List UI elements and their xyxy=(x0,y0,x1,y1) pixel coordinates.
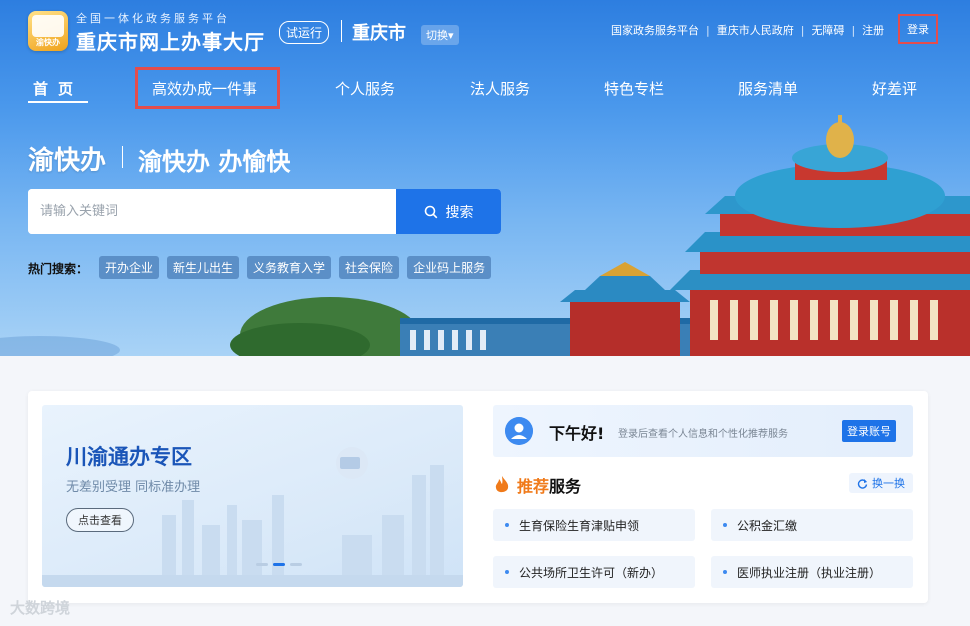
login-account-button[interactable]: 登录账号 xyxy=(842,420,896,442)
nav-service-list[interactable]: 服务清单 xyxy=(738,78,798,99)
recommend-header: 推荐服务 xyxy=(493,473,581,497)
greeting-title: 下午好! xyxy=(549,424,605,443)
nav-one-thing[interactable]: 高效办成一件事 xyxy=(152,78,257,99)
search-button-label: 搜索 xyxy=(445,203,474,220)
service-item[interactable]: 公共场所卫生许可（新办） xyxy=(493,556,695,588)
hot-search-tags: 开办企业 新生儿出生 义务教育入学 社会保险 企业码上服务 xyxy=(99,256,492,279)
hot-tag[interactable]: 新生儿出生 xyxy=(167,256,240,279)
banner-subtitle: 无差别受理 同标准办理 xyxy=(66,480,201,495)
top-link-city-government[interactable]: 重庆市人民政府 xyxy=(717,22,794,38)
nav-home[interactable]: 首页 xyxy=(33,78,83,99)
hot-search-label: 热门搜索： xyxy=(28,262,89,276)
city-switch-label: 切换 xyxy=(426,29,448,42)
current-city: 重庆市 xyxy=(352,23,406,44)
search-icon xyxy=(424,205,437,218)
greeting-hint: 登录后查看个人信息和个性化推荐服务 xyxy=(618,429,788,440)
services-card: 川渝通办专区 无差别受理 同标准办理 点击查看 下午好! 登录后查看个人信息和个… xyxy=(28,391,928,603)
refresh-button[interactable]: 换一换 xyxy=(849,473,913,493)
top-link-national-platform[interactable]: 国家政务服务平台 xyxy=(611,22,699,38)
top-links: 国家政务服务平台 | 重庆市人民政府 | 无障碍 | 注册 xyxy=(611,22,884,38)
banner-title: 川渝通办专区 xyxy=(66,445,192,469)
top-link-accessibility[interactable]: 无障碍 xyxy=(811,22,844,38)
bullet-dot xyxy=(723,570,727,574)
service-label: 公共场所卫生许可（新办） xyxy=(519,565,664,580)
header-divider xyxy=(341,20,342,42)
bullet-dot xyxy=(505,523,509,527)
recommend-title: 服务 xyxy=(549,477,582,496)
link-divider: | xyxy=(706,23,710,37)
service-item[interactable]: 生育保险生育津贴申领 xyxy=(493,509,695,541)
link-divider: | xyxy=(851,23,856,37)
refresh-icon xyxy=(857,478,868,489)
nav-rating[interactable]: 好差评 xyxy=(872,78,917,99)
hot-tag[interactable]: 企业码上服务 xyxy=(407,256,492,279)
skyline-illustration xyxy=(42,447,463,587)
link-divider: | xyxy=(800,23,805,37)
chuanyu-banner[interactable]: 川渝通办专区 无差别受理 同标准办理 点击查看 xyxy=(42,405,463,587)
banner-view-button[interactable]: 点击查看 xyxy=(66,508,134,532)
nav-personal-services[interactable]: 个人服务 xyxy=(335,78,395,99)
search-box: 搜索 xyxy=(28,189,501,234)
nav-featured[interactable]: 特色专栏 xyxy=(604,78,664,99)
carousel-dot-active[interactable] xyxy=(273,563,285,566)
slogan-main: 渝快办 xyxy=(28,146,107,176)
caret-down-icon: ▾ xyxy=(448,29,454,42)
hero-section: 渝快办 全国一体化政务服务平台 重庆市网上办事大厅 试运行 重庆市 切换▾ 国家… xyxy=(0,0,970,356)
banner-pagination xyxy=(256,563,302,566)
nav-corporate-services[interactable]: 法人服务 xyxy=(470,78,530,99)
login-link[interactable]: 登录 xyxy=(898,14,938,44)
flame-icon xyxy=(495,476,509,493)
bullet-dot xyxy=(505,570,509,574)
search-input[interactable] xyxy=(28,189,396,234)
service-item[interactable]: 医师执业注册（执业注册） xyxy=(711,556,913,588)
carousel-dot[interactable] xyxy=(256,563,268,566)
bullet-dot xyxy=(723,523,727,527)
top-link-register[interactable]: 注册 xyxy=(862,22,884,38)
city-switch-button[interactable]: 切换▾ xyxy=(421,25,459,45)
watermark: 大数跨境 xyxy=(10,599,71,617)
slogan-sub: 渝快办 办愉快 xyxy=(138,148,291,176)
nav-active-indicator xyxy=(28,101,88,103)
recommend-title-accent: 推荐 xyxy=(517,477,550,496)
carousel-dot[interactable] xyxy=(290,563,302,566)
search-button[interactable]: 搜索 xyxy=(396,189,501,234)
site-title[interactable]: 重庆市网上办事大厅 xyxy=(76,26,265,55)
site-logo[interactable]: 渝快办 xyxy=(28,11,68,51)
service-label: 生育保险生育津贴申领 xyxy=(519,518,640,533)
slogan-divider xyxy=(122,146,123,168)
logo-label: 渝快办 xyxy=(36,38,60,47)
site-subtitle: 全国一体化政务服务平台 xyxy=(76,12,230,25)
hot-tag[interactable]: 开办企业 xyxy=(99,256,160,279)
trial-badge: 试运行 xyxy=(279,21,330,44)
user-avatar-icon xyxy=(505,417,533,445)
service-label: 医师执业注册（执业注册） xyxy=(737,565,882,580)
service-item[interactable]: 公积金汇缴 xyxy=(711,509,913,541)
service-label: 公积金汇缴 xyxy=(737,518,798,533)
refresh-label: 换一换 xyxy=(872,477,905,490)
greeting-panel: 下午好! 登录后查看个人信息和个性化推荐服务 登录账号 xyxy=(493,405,913,457)
hot-tag[interactable]: 社会保险 xyxy=(339,256,400,279)
hot-tag[interactable]: 义务教育入学 xyxy=(247,256,332,279)
